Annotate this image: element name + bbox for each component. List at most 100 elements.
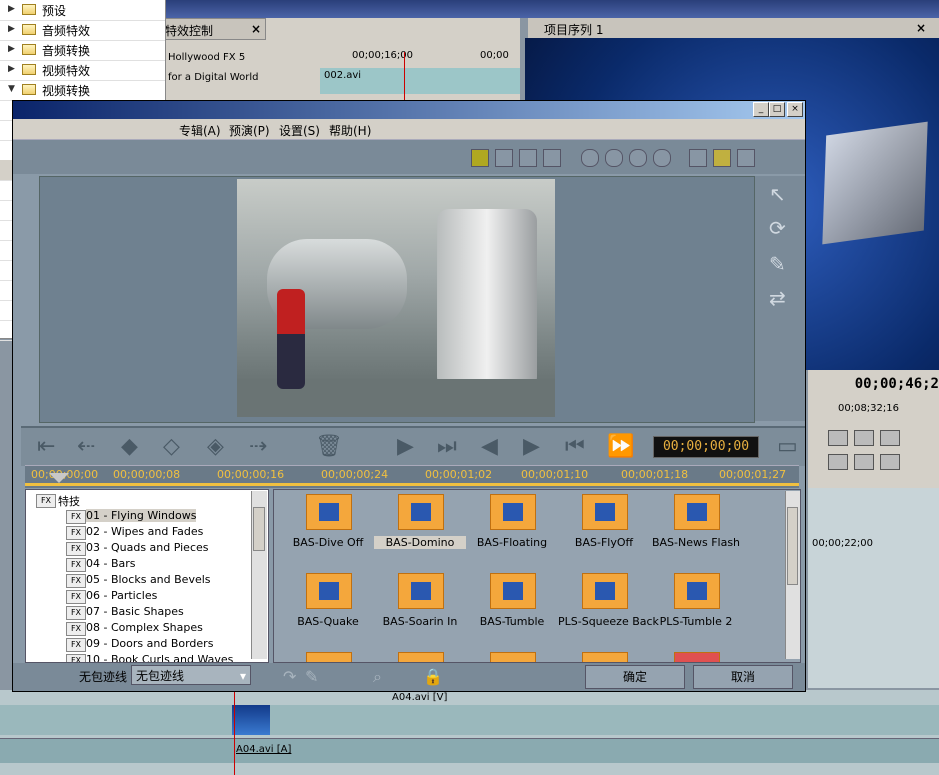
overlay-button[interactable] — [880, 454, 900, 470]
text-icon[interactable] — [689, 149, 707, 167]
audio-track[interactable] — [0, 738, 939, 763]
tree-item-label: 音频特效 — [42, 24, 91, 38]
close-icon[interactable]: × — [916, 21, 926, 35]
dialog-toolbar — [13, 139, 805, 174]
rewind-icon[interactable]: ⏮ — [565, 434, 585, 459]
quad-view-icon[interactable] — [543, 149, 561, 167]
split-view-icon[interactable] — [495, 149, 513, 167]
effect-thumbnail[interactable] — [398, 652, 444, 662]
light-icon[interactable] — [713, 149, 731, 167]
next-frame-icon[interactable]: ▶ — [523, 434, 540, 459]
maximize-button[interactable]: □ — [769, 102, 785, 117]
motion-path-select[interactable]: 无包迹线 ▾ — [131, 665, 251, 685]
tree-item[interactable]: ▶ 视频特效 — [0, 60, 165, 81]
single-view-icon[interactable] — [471, 149, 489, 167]
lift-button[interactable] — [828, 430, 848, 446]
reset-icon[interactable] — [653, 149, 671, 167]
effect-timeline-ruler[interactable]: 00;00;16;00 00;00 — [318, 38, 520, 68]
curve-icon[interactable]: ↷ — [283, 667, 296, 686]
effect-item[interactable]: BAS-Tumble — [466, 573, 558, 639]
pointer-icon[interactable]: ↖ — [769, 182, 786, 206]
key-toggle-icon[interactable]: ◈ — [207, 434, 224, 459]
tab-sequence[interactable]: 项目序列 1 × — [528, 18, 939, 39]
play-icon[interactable]: ▶ — [397, 434, 414, 459]
effect-thumbnail[interactable] — [490, 652, 536, 662]
effect-item[interactable]: BAS-Floating — [466, 494, 558, 560]
effect-thumbnail[interactable] — [582, 652, 628, 662]
triple-view-icon[interactable] — [519, 149, 537, 167]
effect-item[interactable]: BAS-Quake — [282, 573, 374, 639]
library-root-label: 特技 — [58, 495, 80, 508]
trim-button[interactable] — [828, 454, 848, 470]
rotate-tool-icon[interactable]: ⟳ — [769, 216, 786, 240]
close-icon[interactable]: × — [251, 22, 261, 36]
tab-effect-controls[interactable]: 特效控制 × — [160, 18, 266, 40]
chevron-right-icon[interactable]: ▶ — [8, 4, 18, 14]
effect-item[interactable]: BAS-Soarin In — [374, 573, 466, 639]
sequence-timecode[interactable]: 00;00;46;2 — [808, 370, 939, 398]
chevron-right-icon[interactable]: ▶ — [8, 24, 18, 34]
camera-icon[interactable] — [737, 149, 755, 167]
close-button[interactable]: × — [787, 102, 803, 117]
zoom-icon[interactable] — [629, 149, 647, 167]
effect-item[interactable]: PLS-Tumble 2 — [650, 573, 742, 639]
scroll-thumb[interactable] — [787, 507, 798, 585]
chevron-right-icon[interactable]: ▶ — [8, 44, 18, 54]
library-scrollbar[interactable] — [251, 491, 267, 659]
tree-item[interactable]: ▼ 视频转换 — [0, 80, 165, 101]
clip-002[interactable]: 002.avi — [320, 68, 520, 94]
minimize-button[interactable]: _ — [753, 102, 769, 117]
trash-icon[interactable]: 🗑 — [315, 434, 343, 459]
effect-thumbnail[interactable] — [674, 652, 720, 662]
chevron-right-icon[interactable]: ▶ — [8, 64, 18, 74]
path-icon[interactable]: ⇄ — [769, 286, 786, 310]
effects-scrollbar[interactable] — [785, 491, 800, 659]
cancel-button[interactable]: 取消 — [693, 665, 793, 689]
tab-sequence-label: 项目序列 1 — [544, 23, 604, 37]
clip-a04-video[interactable] — [232, 705, 270, 735]
scroll-thumb[interactable] — [253, 507, 265, 551]
edit-path-icon[interactable]: ✎ — [305, 667, 318, 686]
menu-preview[interactable]: 预演(P) — [229, 122, 270, 139]
playhead-top[interactable] — [404, 52, 405, 100]
step-end-icon[interactable]: ⏭ — [437, 434, 457, 459]
library-tree: FX 特技 FX 01 - Flying Windows FX 02 - Wipes … — [25, 489, 269, 663]
timeline-playhead[interactable] — [234, 690, 235, 775]
effect-item[interactable]: BAS-FlyOff — [558, 494, 650, 560]
effect-thumbnail[interactable] — [306, 652, 352, 662]
export-frame-button[interactable] — [880, 430, 900, 446]
effect-item[interactable]: BAS-Dive Off — [282, 494, 374, 560]
tree-item[interactable]: ▶ 预设 — [0, 0, 165, 21]
prev-key-icon[interactable]: ⇠ — [77, 434, 95, 459]
ruler-tick: 00;00;01;27 — [719, 468, 787, 481]
menu-help[interactable]: 帮助(H) — [329, 122, 371, 139]
go-start-icon[interactable]: ⇤ — [37, 434, 55, 459]
effect-item[interactable]: PLS-Squeeze Back — [558, 573, 659, 639]
menu-settings[interactable]: 设置(S) — [279, 122, 320, 139]
effect-item[interactable]: BAS-Domino — [374, 494, 466, 560]
effect-item[interactable]: BAS-News Flash — [650, 494, 742, 560]
clip-a04a-label[interactable]: A04.avi [A] — [236, 744, 291, 755]
folder-icon[interactable]: ▭ — [777, 434, 798, 459]
fast-forward-icon[interactable]: ⏩ — [607, 434, 634, 459]
insert-button[interactable] — [854, 454, 874, 470]
ok-button[interactable]: 确定 — [585, 665, 685, 689]
remove-key-icon[interactable]: ◇ — [163, 434, 180, 459]
tree-item[interactable]: ▶ 音频特效 — [0, 20, 165, 41]
dialog-title-bar[interactable]: _ □ × — [13, 101, 805, 119]
add-key-icon[interactable]: ◆ — [121, 434, 138, 459]
library-item-label: 06 - Particles — [86, 589, 158, 602]
prev-frame-icon[interactable]: ◀ — [481, 434, 498, 459]
lock-icon[interactable]: 🔒 — [423, 667, 443, 686]
pen-icon[interactable]: ✎ — [769, 252, 786, 276]
tree-item[interactable]: ▶ 音频转换 — [0, 40, 165, 61]
rotate-icon[interactable] — [605, 149, 623, 167]
search-icon[interactable]: ⌕ — [373, 667, 382, 687]
extract-button[interactable] — [854, 430, 874, 446]
video-track[interactable] — [0, 705, 939, 735]
move-icon[interactable] — [581, 149, 599, 167]
effect-label: BAS-Quake — [297, 615, 359, 628]
next-key-icon[interactable]: ⇢ — [249, 434, 267, 459]
chevron-down-icon[interactable]: ▼ — [8, 84, 18, 94]
menu-album[interactable]: 专辑(A) — [179, 122, 221, 139]
